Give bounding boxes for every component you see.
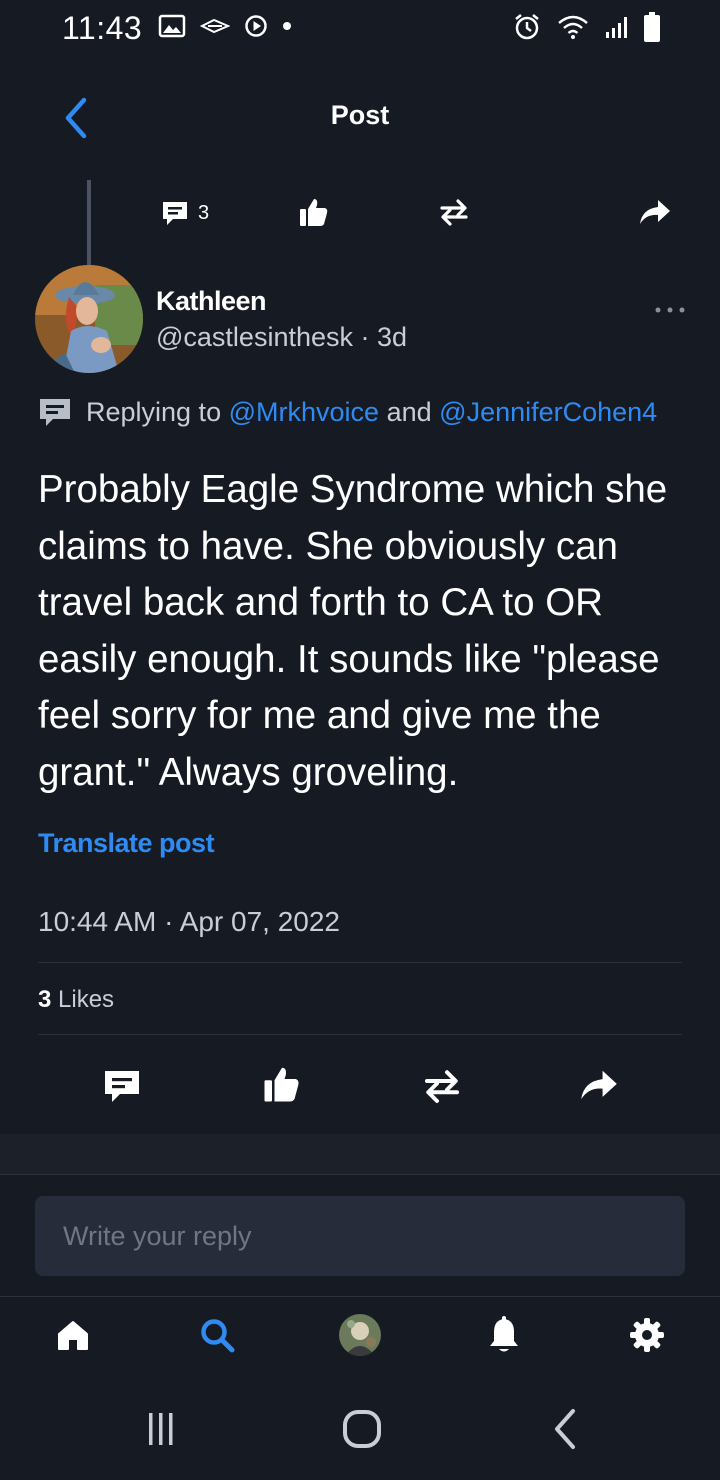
repost-button[interactable] bbox=[422, 1066, 462, 1106]
comment-icon bbox=[105, 1071, 139, 1102]
replying-conjunction: and bbox=[386, 396, 432, 427]
status-right-icons bbox=[512, 12, 660, 42]
sync-icon bbox=[200, 18, 230, 34]
divider bbox=[0, 1296, 720, 1297]
parent-repost-button[interactable] bbox=[438, 196, 470, 228]
tab-profile[interactable] bbox=[335, 1310, 385, 1360]
repost-icon bbox=[440, 199, 468, 226]
avatar-image bbox=[35, 265, 143, 373]
alarm-icon bbox=[515, 14, 539, 40]
likes-count: 3 bbox=[38, 986, 52, 1013]
thumbs-up-icon bbox=[264, 1067, 299, 1102]
home-icon bbox=[58, 1321, 88, 1350]
likes-label: Likes bbox=[58, 986, 115, 1013]
gear-icon bbox=[630, 1318, 664, 1352]
section-separator bbox=[0, 1134, 720, 1174]
share-button[interactable] bbox=[578, 1066, 620, 1104]
author-name[interactable]: Kathleen bbox=[156, 286, 267, 317]
comment-icon bbox=[163, 202, 187, 225]
gallery-icon bbox=[158, 14, 186, 38]
more-options-button[interactable] bbox=[652, 302, 688, 318]
repost-icon bbox=[425, 1070, 459, 1103]
replying-to-line: Replying to @Mrkhvoice and @JenniferCohe… bbox=[38, 395, 657, 429]
mention-link[interactable]: @JenniferCohen4 bbox=[439, 397, 657, 427]
back-nav-button[interactable] bbox=[535, 1404, 595, 1454]
comment-icon bbox=[40, 399, 70, 426]
tab-notifications[interactable] bbox=[479, 1310, 529, 1360]
dot-icon bbox=[283, 22, 291, 30]
author-avatar[interactable] bbox=[35, 265, 143, 373]
parent-like-button[interactable] bbox=[298, 196, 330, 228]
post-action-row bbox=[0, 1062, 720, 1112]
battery-icon bbox=[644, 12, 660, 42]
post-body: Probably Eagle Syndrome which she claims… bbox=[38, 468, 668, 794]
author-handle-line: @castlesinthesk · 3d bbox=[156, 322, 407, 353]
post-age: 3d bbox=[377, 322, 408, 352]
wifi-icon bbox=[558, 15, 588, 39]
replying-prefix: Replying to bbox=[86, 396, 222, 427]
page-title: Post bbox=[330, 100, 390, 130]
home-circle-icon bbox=[343, 1410, 381, 1448]
system-nav-bar bbox=[0, 1380, 720, 1480]
recents-icon bbox=[149, 1413, 173, 1445]
parent-share-button[interactable] bbox=[638, 196, 672, 228]
handle-separator: · bbox=[353, 322, 377, 352]
signal-icon bbox=[606, 17, 627, 38]
back-chevron-icon bbox=[555, 1409, 575, 1449]
tab-settings[interactable] bbox=[622, 1310, 672, 1360]
thread-connector bbox=[87, 180, 91, 266]
thumbs-up-icon bbox=[300, 199, 328, 226]
status-left-icons bbox=[158, 14, 292, 38]
parent-reply-button[interactable]: 3 bbox=[160, 198, 209, 228]
profile-avatar bbox=[339, 1314, 381, 1356]
reply-input[interactable] bbox=[35, 1196, 685, 1276]
parent-reply-count: 3 bbox=[198, 201, 210, 224]
media-icon bbox=[245, 15, 267, 37]
tab-search[interactable] bbox=[192, 1310, 242, 1360]
share-icon bbox=[640, 200, 670, 224]
divider bbox=[0, 1174, 720, 1175]
status-time: 11:43 bbox=[62, 10, 143, 46]
divider bbox=[38, 1034, 682, 1035]
like-button[interactable] bbox=[262, 1064, 302, 1104]
home-nav-button[interactable] bbox=[332, 1404, 392, 1454]
tab-home[interactable] bbox=[48, 1310, 98, 1360]
search-icon bbox=[201, 1319, 235, 1353]
translate-post-link[interactable]: Translate post bbox=[38, 828, 215, 859]
likes-summary[interactable]: 3 Likes bbox=[38, 986, 114, 1014]
recents-button[interactable] bbox=[131, 1404, 191, 1454]
author-handle[interactable]: @castlesinthesk bbox=[156, 322, 353, 352]
more-dots-icon bbox=[655, 307, 685, 313]
mention-link[interactable]: @Mrkhvoice bbox=[229, 397, 379, 427]
divider bbox=[38, 962, 682, 963]
share-icon bbox=[581, 1070, 617, 1100]
parent-action-row: 3 bbox=[160, 192, 680, 232]
bell-icon bbox=[490, 1316, 518, 1352]
bottom-tab-bar bbox=[0, 1300, 720, 1370]
reply-button[interactable] bbox=[102, 1066, 142, 1106]
post-timestamp: 10:44 AM · Apr 07, 2022 bbox=[38, 906, 340, 937]
